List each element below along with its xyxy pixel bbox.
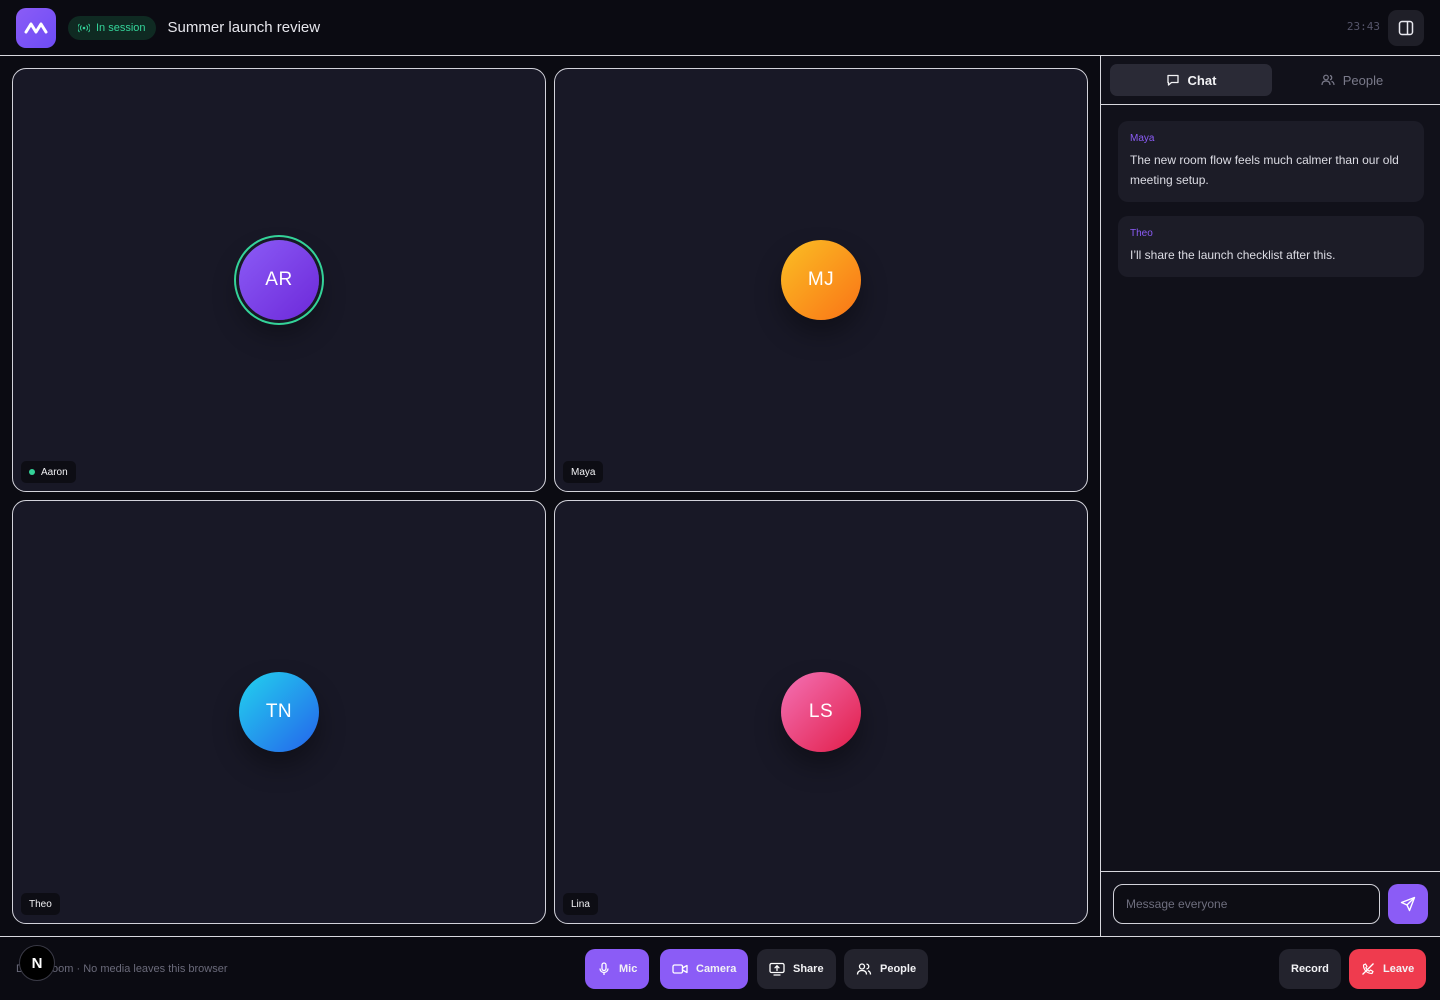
meeting-title: Summer launch review [167, 19, 321, 36]
chat-bubble-icon [1166, 74, 1179, 86]
participant-name-tag: Lina [563, 893, 598, 915]
video-camera-icon [672, 964, 688, 974]
chat-message-author: Maya [1130, 133, 1155, 144]
broadcast-icon [78, 23, 90, 32]
people-button[interactable]: People [844, 949, 929, 989]
tab-chat[interactable]: Chat [1110, 64, 1272, 96]
participant-name-tag: Theo [21, 893, 60, 915]
people-button-label: People [880, 963, 917, 975]
participant-avatar: MJ [781, 240, 861, 320]
microphone-icon [599, 962, 609, 975]
control-bar: Demo room · No media leaves this browser… [0, 936, 1440, 1000]
wave-logo-icon [24, 22, 48, 33]
participant-avatar: AR [239, 240, 319, 320]
send-message-button[interactable] [1388, 884, 1428, 924]
chat-message-text: The new room flow feels much calmer than… [1130, 153, 1399, 187]
participant-name: Theo [29, 898, 52, 910]
people-icon [856, 963, 872, 975]
participant-avatar: LS [781, 672, 861, 752]
participant-tile-theo[interactable]: TN Theo [12, 500, 546, 924]
chat-message-text: I’ll share the launch checklist after th… [1130, 248, 1336, 262]
toggle-side-panel-button[interactable] [1388, 10, 1424, 46]
participant-avatar: TN [239, 672, 319, 752]
tab-people[interactable]: People [1271, 64, 1433, 96]
sidebar-panel-icon [1398, 20, 1414, 36]
phone-hangup-icon [1362, 963, 1374, 975]
record-button[interactable]: Record [1279, 949, 1341, 989]
camera-button[interactable]: Camera [660, 949, 749, 989]
record-button-label: Record [1291, 963, 1329, 975]
participant-name-tag: Maya [563, 461, 604, 483]
leave-button-label: Leave [1383, 963, 1415, 975]
participant-tile-maya[interactable]: MJ Maya [554, 68, 1088, 492]
session-status-badge: In session [68, 15, 156, 40]
send-icon [1400, 896, 1416, 912]
top-bar: In session Summer launch review 23:43 [0, 0, 1440, 56]
side-panel: Chat People Maya The new room flow feels… [1100, 56, 1440, 936]
dev-badge[interactable]: N [19, 945, 55, 981]
chat-message: Maya The new room flow feels much calmer… [1118, 121, 1424, 202]
mic-button[interactable]: Mic [585, 949, 650, 989]
leave-call-button[interactable]: Leave [1349, 949, 1427, 989]
participant-tile-lina[interactable]: LS Lina [554, 500, 1088, 924]
participant-name: Aaron [41, 466, 68, 478]
chat-message-author: Theo [1130, 228, 1153, 239]
share-button-label: Share [793, 963, 824, 975]
camera-button-label: Camera [696, 963, 737, 975]
screen-share-icon [769, 962, 785, 976]
chat-message: Theo I’ll share the launch checklist aft… [1118, 216, 1424, 277]
app-logo[interactable] [16, 7, 56, 48]
chat-composer [1101, 871, 1440, 936]
side-panel-tabs: Chat People [1101, 56, 1440, 105]
share-screen-button[interactable]: Share [757, 949, 836, 989]
meeting-clock: 23:43 [1346, 20, 1380, 33]
tab-chat-label: Chat [1187, 72, 1217, 88]
people-icon [1321, 74, 1335, 86]
participant-name: Lina [571, 898, 590, 910]
participant-tile-aaron[interactable]: AR Aaron [12, 68, 546, 492]
chat-message-input[interactable] [1113, 884, 1380, 924]
participant-name-tag: Aaron [21, 461, 76, 483]
participant-name: Maya [571, 466, 596, 478]
session-status-text: In session [96, 21, 146, 34]
tab-people-label: People [1342, 72, 1384, 88]
mic-button-label: Mic [619, 963, 638, 975]
speaking-indicator-dot [29, 469, 35, 475]
